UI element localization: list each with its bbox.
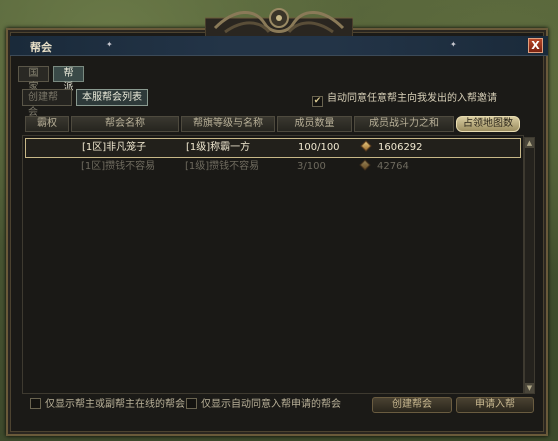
table-row[interactable]: [1区]非凡笼子 [1级]称霸一方 100/100 1606292 — [25, 138, 521, 158]
guild-list: [1区]非凡笼子 [1级]称霸一方 100/100 1606292 [1区]攒钱… — [22, 135, 524, 394]
list-scrollbar[interactable]: ▲ ▼ — [524, 137, 535, 394]
checkbox-icon[interactable] — [186, 398, 197, 409]
subtab-create-guild[interactable]: 创建帮会 — [22, 89, 72, 118]
row-power: 1606292 — [360, 139, 423, 157]
filter-auto-label: 仅显示自动同意入帮申请的帮会 — [201, 399, 341, 410]
apply-join-button[interactable]: 申请入帮 — [456, 397, 534, 413]
title-sparkle-icon: ✦ — [106, 40, 113, 49]
filter-online-label: 仅显示帮主或副帮主在线的帮会 — [45, 399, 185, 410]
row-members: 100/100 — [298, 142, 340, 153]
col-header-hegemony[interactable]: 霸权 — [25, 116, 69, 132]
row-flag: [1级]称霸一方 — [186, 142, 251, 153]
tab-country[interactable]: 国家 — [18, 66, 49, 93]
check-icon[interactable]: ✔ — [312, 96, 323, 107]
diamond-icon — [360, 140, 372, 152]
title-bar[interactable]: 帮会 ✦ ✦ — [10, 36, 548, 56]
table-row[interactable]: [1区]攒钱不容易 [1级]攒钱不容易 3/100 42764 — [25, 158, 521, 178]
row-guild-name: [1区]攒钱不容易 — [81, 161, 156, 172]
row-guild-name: [1区]非凡笼子 — [82, 142, 147, 153]
window-title: 帮会 — [30, 41, 52, 54]
auto-accept-label: 自动同意任意帮主向我发出的入帮邀请 — [327, 93, 497, 104]
scroll-up-icon[interactable]: ▲ — [525, 138, 534, 148]
col-header-guild-name[interactable]: 帮会名称 — [71, 116, 179, 132]
col-header-maps-occupied[interactable]: 占领地图数 — [456, 116, 520, 132]
subtab-guild-list[interactable]: 本服帮会列表 — [76, 89, 148, 106]
col-header-flag-level[interactable]: 帮旗等级与名称 — [181, 116, 275, 132]
title-sparkle-icon: ✦ — [450, 40, 457, 49]
tab-guild[interactable]: 帮派 — [53, 66, 84, 93]
filter-auto-accept[interactable]: 仅显示自动同意入帮申请的帮会 — [186, 398, 341, 412]
table-header: 霸权 帮会名称 帮旗等级与名称 成员数量 成员战斗力之和 占领地图数 — [25, 116, 520, 132]
scroll-down-icon[interactable]: ▼ — [525, 383, 534, 393]
row-power: 42764 — [359, 158, 409, 176]
close-button[interactable]: X — [528, 38, 543, 53]
row-flag: [1级]攒钱不容易 — [185, 161, 260, 172]
create-guild-button[interactable]: 创建帮会 — [372, 397, 452, 413]
col-header-total-power[interactable]: 成员战斗力之和 — [354, 116, 454, 132]
auto-accept-option[interactable]: ✔ 自动同意任意帮主向我发出的入帮邀请 — [312, 92, 497, 107]
col-header-member-count[interactable]: 成员数量 — [277, 116, 352, 132]
checkbox-icon[interactable] — [30, 398, 41, 409]
filter-online-leaders[interactable]: 仅显示帮主或副帮主在线的帮会 — [30, 398, 185, 412]
diamond-icon — [359, 159, 371, 171]
row-members: 3/100 — [297, 161, 326, 172]
